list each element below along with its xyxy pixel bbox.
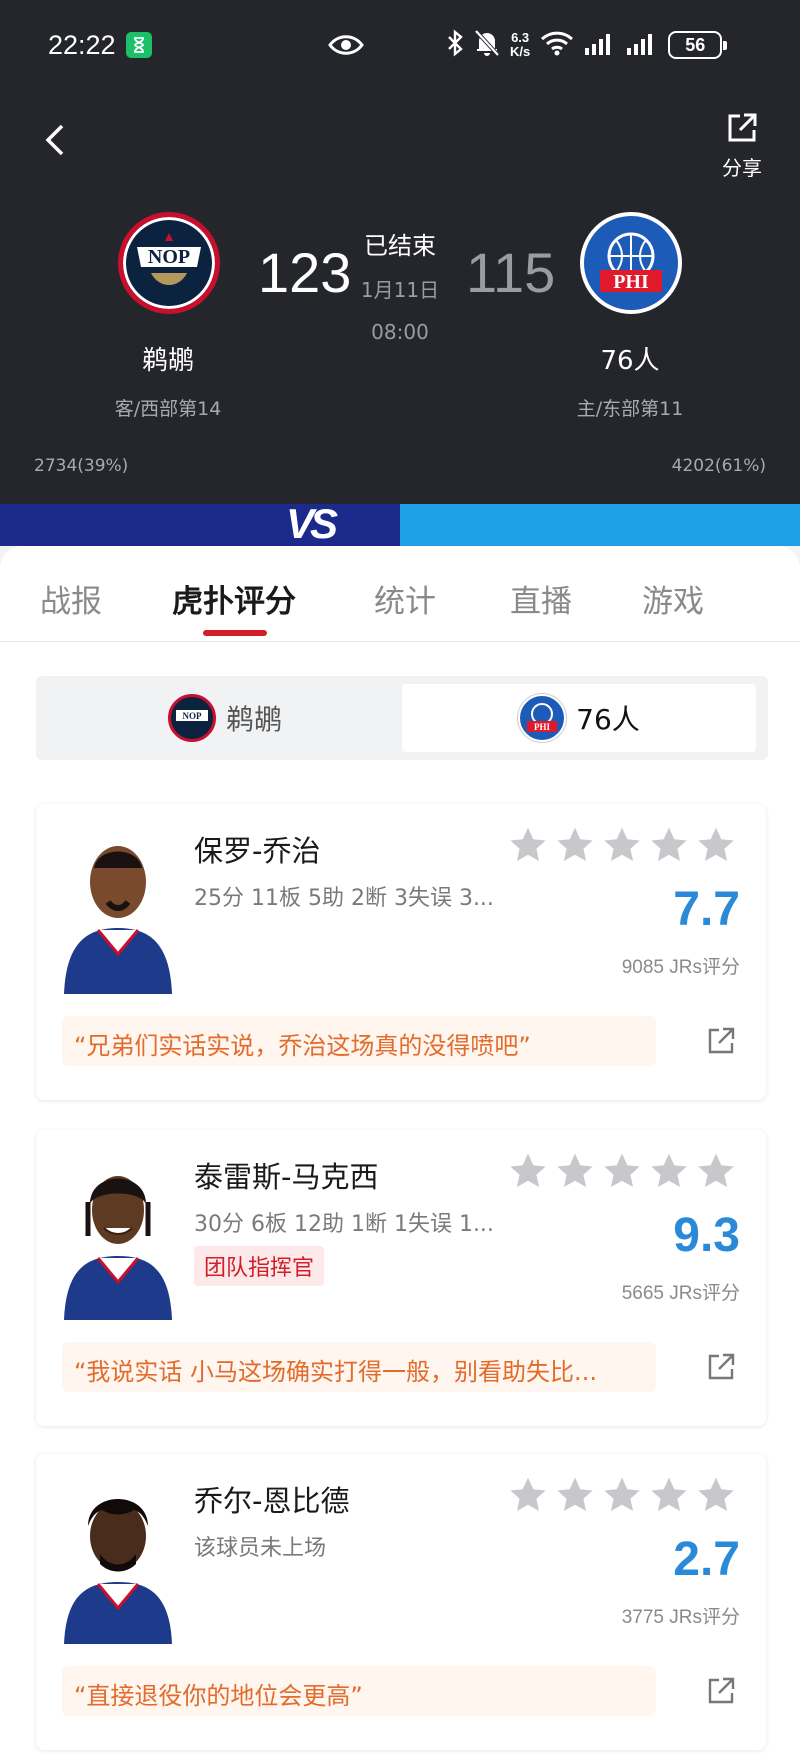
star-icon <box>557 1153 593 1188</box>
player-card[interactable]: 保罗-乔治 25分 11板 5助 2断 3失误 3... 7.7 9085 JR… <box>36 804 766 1100</box>
game-header: 22:22 6.3 K/s 56 分享 NOP 123 已结束 1月11日 08… <box>0 0 800 504</box>
rating-stars[interactable] <box>508 1152 736 1190</box>
rating-votes: 5665 JRs评分 <box>621 1283 740 1304</box>
away-logo-text: PHI <box>613 271 649 293</box>
star-icon <box>604 1477 640 1512</box>
player-stats: 25分 11板 5助 2断 3失误 3... <box>194 886 494 911</box>
rating-stars[interactable] <box>508 826 736 864</box>
mute-bell-icon <box>474 29 500 61</box>
player-rating: 9.3 <box>673 1209 740 1262</box>
star-icon <box>698 1153 734 1188</box>
star-icon <box>604 827 640 862</box>
net-speed-value: 6.3 <box>511 30 530 45</box>
away-mini-logo-text: PHI <box>534 722 550 732</box>
vs-label: VS <box>286 500 338 547</box>
tab-report[interactable]: 战报 <box>40 576 102 621</box>
player-tag-badge: 团队指挥官 <box>194 1246 325 1286</box>
team-switch-home-label: 鹈鹕 <box>225 703 282 736</box>
home-score: 123 <box>258 241 352 304</box>
battery-level: 56 <box>685 34 706 55</box>
rating-votes: 3775 JRs评分 <box>621 1607 740 1628</box>
away-support-bar <box>400 504 800 546</box>
tab-hupu-rating[interactable]: 虎扑评分 <box>172 576 296 621</box>
star-icon <box>510 827 546 862</box>
away-support-count: 4202(61%) <box>671 456 766 476</box>
star-icon <box>651 1153 687 1188</box>
away-mini-logo: PHI <box>518 694 567 742</box>
home-support-bar <box>0 504 400 546</box>
star-icon <box>651 1477 687 1512</box>
player-card[interactable]: 泰雷斯-马克西 30分 6板 12助 1断 1失误 1... 团队指挥官 9.3… <box>36 1130 766 1426</box>
player-stats: 30分 6板 12助 1断 1失误 1... <box>194 1212 494 1237</box>
star-icon <box>651 827 687 862</box>
team-switch-away[interactable]: PHI 76人 <box>402 684 756 752</box>
status-time: 22:22 <box>48 30 116 60</box>
home-logo-text: NOP <box>148 246 190 268</box>
star-icon <box>510 1477 546 1512</box>
support-vs-bar: VS <box>0 500 800 547</box>
team-switch: NOP 鹈鹕 PHI 76人 <box>36 676 768 760</box>
player-name: 保罗-乔治 <box>194 834 321 868</box>
player-rating: 7.7 <box>673 883 740 936</box>
rating-stars[interactable] <box>508 1476 736 1514</box>
home-mini-logo: NOP <box>167 694 216 742</box>
hourglass-icon <box>126 32 152 58</box>
tab-active-indicator <box>203 630 267 636</box>
share-button[interactable]: 分享 <box>716 112 768 181</box>
wifi-icon <box>540 30 574 60</box>
rating-votes: 9085 JRs评分 <box>621 957 740 978</box>
away-team-logo[interactable]: PHI <box>580 212 682 314</box>
home-team-logo[interactable]: NOP <box>118 212 220 314</box>
signal-icon <box>626 30 658 60</box>
status-icons: 6.3 K/s 56 <box>446 26 728 64</box>
star-icon <box>698 1477 734 1512</box>
star-icon <box>510 1153 546 1188</box>
star-icon <box>557 1477 593 1512</box>
top-comment[interactable]: “我说实话 小马这场确实打得一般，别看助失比... <box>62 1342 656 1392</box>
tab-game[interactable]: 游戏 <box>642 576 704 621</box>
external-link-icon[interactable] <box>706 1676 736 1710</box>
status-bar: 22:22 6.3 K/s 56 <box>0 0 800 92</box>
game-status: 已结束 <box>364 232 436 260</box>
star-icon <box>698 827 734 862</box>
home-team-name: 鹈鹕 <box>141 346 194 376</box>
share-label: 分享 <box>722 156 762 180</box>
eye-icon <box>328 32 364 62</box>
top-comment[interactable]: “兄弟们实话实说，乔治这场真的没得喷吧” <box>62 1016 656 1066</box>
tab-stats[interactable]: 统计 <box>374 576 436 621</box>
signal-icon <box>584 30 616 60</box>
home-team-rank: 客/西部第14 <box>114 398 222 420</box>
tab-bar: 战报 虎扑评分 统计 直播 游戏 <box>0 546 800 642</box>
top-comment[interactable]: “直接退役你的地位会更高” <box>62 1666 656 1716</box>
player-name: 泰雷斯-马克西 <box>194 1160 379 1194</box>
star-icon <box>604 1153 640 1188</box>
tab-live[interactable]: 直播 <box>510 576 572 621</box>
game-date: 1月11日 <box>360 278 440 302</box>
player-photo <box>60 1482 176 1644</box>
battery-icon: 56 <box>668 31 728 59</box>
team-switch-home[interactable]: NOP 鹈鹕 <box>48 684 402 752</box>
bluetooth-icon <box>446 29 464 61</box>
net-speed-unit: K/s <box>510 44 531 59</box>
player-card[interactable]: 乔尔-恩比德 该球员未上场 2.7 3775 JRs评分 “直接退役你的地位会更… <box>36 1454 766 1750</box>
external-link-icon[interactable] <box>706 1026 736 1060</box>
game-time: 08:00 <box>371 320 429 344</box>
away-team-name: 76人 <box>600 346 660 376</box>
external-link-icon[interactable] <box>706 1352 736 1386</box>
player-photo <box>60 1158 176 1320</box>
player-photo <box>60 832 176 994</box>
star-icon <box>557 827 593 862</box>
home-support-count: 2734(39%) <box>34 456 129 476</box>
share-icon <box>726 113 758 148</box>
player-stats: 该球员未上场 <box>194 1536 327 1561</box>
away-team-rank: 主/东部第11 <box>576 398 684 420</box>
net-speed: 6.3 K/s <box>510 31 530 59</box>
back-button[interactable] <box>38 120 74 160</box>
team-switch-away-label: 76人 <box>576 703 640 736</box>
away-score: 115 <box>466 241 556 304</box>
home-mini-logo-text: NOP <box>182 711 202 721</box>
player-name: 乔尔-恩比德 <box>194 1484 350 1518</box>
player-rating: 2.7 <box>673 1533 740 1586</box>
